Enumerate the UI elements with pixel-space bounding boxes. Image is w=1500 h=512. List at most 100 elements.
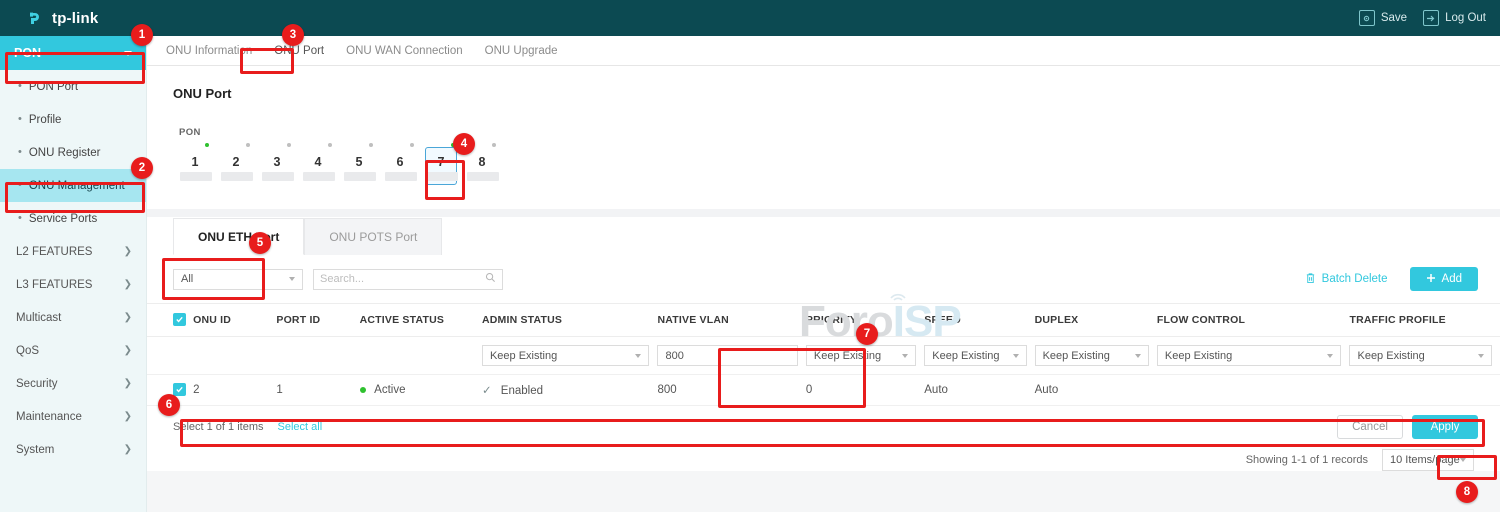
column-header-speed[interactable]: SPEED [924,304,1034,337]
duplex-select[interactable]: Keep Existing [1035,345,1149,366]
tab-onu-pots-port[interactable]: ONU POTS Port [304,218,442,255]
tab-label: ONU WAN Connection [346,45,463,57]
column-header-flow-control[interactable]: FLOW CONTROL [1157,304,1350,337]
sidebar-item-l3-features[interactable]: L3 FEATURES ❯ [0,268,146,301]
sidebar-item-security[interactable]: Security ❯ [0,367,146,400]
column-header-traffic-profile[interactable]: TRAFFIC PROFILE [1349,304,1500,337]
pon-port-number: 3 [262,150,292,169]
top-header-bar: tp-link Save Log Out [0,0,1500,36]
sidebar-item-profile[interactable]: • Profile [0,103,146,136]
select-all-link[interactable]: Select all [278,421,323,433]
add-button[interactable]: Add [1410,267,1478,291]
sidebar-item-label: QoS [16,345,39,357]
active-status-dot-icon [360,387,366,393]
filter-select-value: All [181,273,193,285]
edit-duplex-cell: Keep Existing [1035,337,1157,375]
sidebar-item-system[interactable]: System ❯ [0,433,146,466]
sidebar-group-pon[interactable]: PON [0,36,146,70]
chevron-down-icon [902,354,908,358]
active-status-label: Active [374,384,405,396]
chevron-down-icon [1460,458,1466,462]
sidebar-item-service-ports[interactable]: • Service Ports [0,202,146,235]
cell-speed: Auto [924,375,1034,406]
sidebar-item-onu-management[interactable]: • ONU Management [0,169,146,202]
bullet-icon: • [18,147,22,158]
pagination-row: Showing 1-1 of 1 records 10 Items/page [147,439,1500,471]
tab-onu-wan-connection[interactable]: ONU WAN Connection [335,36,474,65]
chevron-right-icon: ❯ [124,279,132,290]
table-row[interactable]: 2 1 Active ✓ Enabled 800 [147,375,1500,406]
admin-status-select[interactable]: Keep Existing [482,345,650,366]
pon-port-number: 7 [426,150,456,169]
action-buttons: Cancel Apply [1337,415,1478,439]
pon-port-8[interactable]: 8 [466,147,498,185]
cell-duplex: Auto [1035,375,1157,406]
sidebar-item-multicast[interactable]: Multicast ❯ [0,301,146,334]
annotation-badge-1: 1 [131,24,153,46]
page-size-select[interactable]: 10 Items/page [1382,449,1474,471]
port-status-dot-icon [492,143,496,147]
header-checkbox[interactable] [173,313,186,326]
pon-port-number: 6 [385,150,415,169]
batch-delete-button[interactable]: Batch Delete [1305,272,1388,287]
pon-port-4[interactable]: 4 [302,147,334,185]
sidebar-item-maintenance[interactable]: Maintenance ❯ [0,400,146,433]
onu-port-card: ONU ETH Port ONU POTS Port All [147,217,1500,471]
pon-port-2[interactable]: 2 [220,147,252,185]
records-info: Showing 1-1 of 1 records [1246,454,1368,466]
chevron-right-icon: ❯ [124,246,132,257]
table-header-row: ONU ID PORT ID ACTIVE STATUS ADMIN STATU… [147,304,1500,337]
cancel-button[interactable]: Cancel [1337,415,1403,439]
pon-port-graphic [221,172,253,181]
row-checkbox[interactable] [173,383,186,396]
tab-onu-information[interactable]: ONU Information [155,36,263,65]
column-header-port-id[interactable]: PORT ID [276,304,359,337]
annotation-badge-7: 7 [856,323,878,345]
logout-label: Log Out [1445,12,1486,24]
edit-admin-status-cell: Keep Existing [482,337,658,375]
pon-port-3[interactable]: 3 [261,147,293,185]
apply-button[interactable]: Apply [1412,415,1478,439]
priority-select[interactable]: Keep Existing [806,345,916,366]
pon-port-5[interactable]: 5 [343,147,375,185]
filter-select[interactable]: All [173,269,303,290]
bullet-icon: • [18,81,22,92]
flow-control-select[interactable]: Keep Existing [1157,345,1342,366]
column-header-active-status[interactable]: ACTIVE STATUS [360,304,482,337]
save-button[interactable]: Save [1359,10,1407,26]
traffic-profile-select[interactable]: Keep Existing [1349,345,1492,366]
logout-button[interactable]: Log Out [1423,10,1486,26]
speed-select[interactable]: Keep Existing [924,345,1026,366]
tab-onu-upgrade[interactable]: ONU Upgrade [474,36,569,65]
pon-port-6[interactable]: 6 [384,147,416,185]
edit-active-status-cell [360,337,482,375]
sidebar-item-l2-features[interactable]: L2 FEATURES ❯ [0,235,146,268]
search-input[interactable] [320,273,470,285]
pon-port-graphic [180,172,212,181]
page-title: ONU Port [147,66,1500,101]
column-header-duplex[interactable]: DUPLEX [1035,304,1157,337]
pon-port-1[interactable]: 1 [179,147,211,185]
table-edit-row: Keep Existing [147,337,1500,375]
column-header-native-vlan[interactable]: NATIVE VLAN [657,304,805,337]
sidebar-item-label: PON Port [29,81,78,93]
tab-onu-eth-port[interactable]: ONU ETH Port [173,218,304,255]
speed-value: Keep Existing [932,350,999,362]
search-box[interactable] [313,269,503,290]
sidebar-item-qos[interactable]: QoS ❯ [0,334,146,367]
tp-link-logo-icon [26,8,46,28]
pon-port-graphic [467,172,499,181]
column-header-onu-id[interactable]: ONU ID [193,304,276,337]
pon-port-7[interactable]: 7 [425,147,457,185]
sidebar-item-pon-port[interactable]: • PON Port [0,70,146,103]
pon-port-number: 4 [303,150,333,169]
native-vlan-input-wrap[interactable] [657,345,797,366]
pon-port-graphic [385,172,417,181]
cell-flow-control [1157,375,1350,406]
sidebar-item-onu-register[interactable]: • ONU Register [0,136,146,169]
sidebar-item-label: Maintenance [16,411,82,423]
pon-port-graphic [262,172,294,181]
native-vlan-input[interactable] [665,350,789,362]
port-status-dot-icon [246,143,250,147]
column-header-admin-status[interactable]: ADMIN STATUS [482,304,658,337]
